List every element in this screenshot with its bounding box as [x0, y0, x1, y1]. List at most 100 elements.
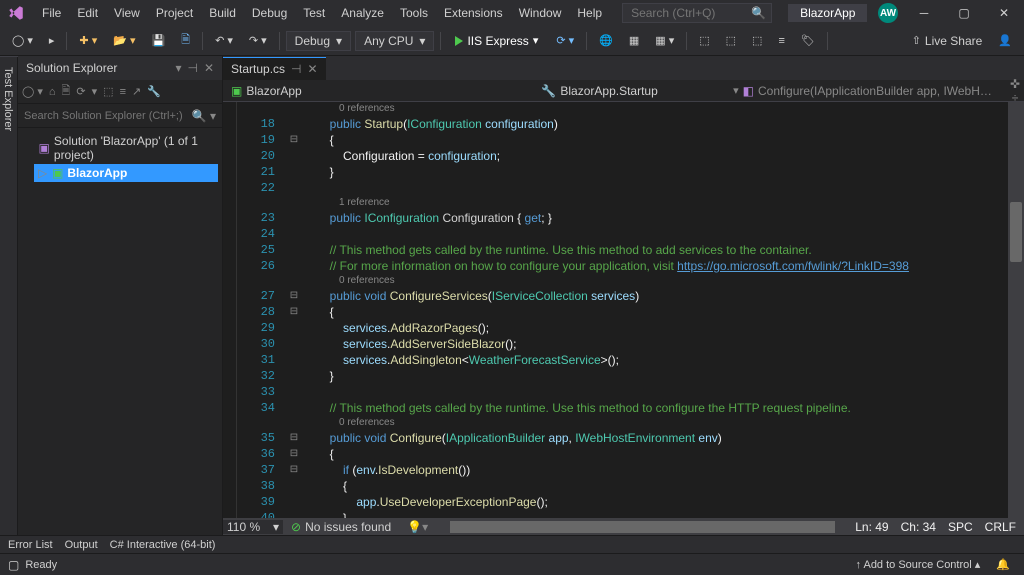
solution-search[interactable]: 🔍 ▾: [18, 104, 222, 128]
toolb2[interactable]: ▦ ▾: [649, 32, 680, 49]
menu-edit[interactable]: Edit: [69, 2, 106, 24]
solution-tool-6[interactable]: ≡: [120, 86, 126, 98]
toolb4[interactable]: ⬚: [720, 32, 742, 49]
split-icon[interactable]: ✜÷: [1006, 77, 1024, 105]
status-ready: Ready: [19, 559, 63, 571]
pin-icon[interactable]: ⊣: [291, 62, 301, 76]
config-dropdown[interactable]: Debug▾: [286, 31, 351, 51]
solution-tool-7[interactable]: ↗: [132, 85, 141, 98]
tab-csharp-interactive[interactable]: C# Interactive (64-bit): [110, 539, 216, 551]
save-all-button[interactable]: 🗎: [175, 29, 196, 52]
app-name-label: BlazorApp: [788, 4, 867, 22]
solution-tool-3[interactable]: ⟳: [76, 85, 85, 98]
live-share-button[interactable]: ⇧ Live Share: [912, 34, 983, 48]
vs-logo-icon: [6, 3, 26, 23]
nav-fwd-button[interactable]: ▸: [43, 32, 61, 49]
panel-dropdown-icon[interactable]: ▾: [175, 61, 181, 75]
refresh-button[interactable]: ⟳ ▾: [550, 32, 580, 49]
run-button[interactable]: IIS Express ▾: [447, 32, 546, 50]
editor-tab-well: Startup.cs ⊣ ✕: [223, 56, 1024, 80]
status-bar: ▢ Ready ↑ Add to Source Control ▴ 🔔: [0, 553, 1024, 575]
nav-member-dropdown[interactable]: ▾ ◧ Configure(IApplicationBuilder app, I…: [725, 82, 1006, 100]
redo-button[interactable]: ↷ ▾: [243, 32, 273, 49]
restore-button[interactable]: ▢: [950, 3, 978, 23]
nav-project-dropdown[interactable]: ▣ BlazorApp: [223, 82, 474, 100]
new-item-button[interactable]: ✚ ▾: [73, 32, 103, 49]
save-button[interactable]: 💾: [146, 32, 172, 49]
horizontal-scrollbar[interactable]: [450, 521, 835, 533]
menu-test[interactable]: Test: [295, 2, 333, 24]
minimize-button[interactable]: ─: [910, 3, 938, 23]
solution-explorer-header: Solution Explorer ▾ ⊣ ✕: [18, 56, 222, 80]
notifications-icon[interactable]: 🔔: [990, 558, 1016, 571]
toolb5[interactable]: ⬚: [746, 32, 768, 49]
editor-bottom-strip: 110 %▾ ⊘No issues found 💡▾ Ln: 49Ch: 34S…: [223, 518, 1024, 535]
bottom-tool-tabs: Error List Output C# Interactive (64-bit…: [0, 535, 1024, 553]
search-icon: 🔍: [751, 6, 766, 20]
menu-window[interactable]: Window: [511, 2, 570, 24]
menu-build[interactable]: Build: [201, 2, 244, 24]
menu-debug[interactable]: Debug: [244, 2, 295, 24]
editor-tab-startup[interactable]: Startup.cs ⊣ ✕: [223, 57, 326, 80]
feedback-button[interactable]: 👤: [992, 32, 1018, 49]
menu-file[interactable]: File: [34, 2, 69, 24]
undo-button[interactable]: ↶ ▾: [209, 32, 239, 49]
solution-node[interactable]: ▣ Solution 'BlazorApp' (1 of 1 project): [22, 132, 218, 164]
pin-icon[interactable]: ⊣: [187, 61, 197, 75]
add-source-control-button[interactable]: ↑ Add to Source Control ▴: [850, 558, 987, 571]
solution-explorer-panel: Solution Explorer ▾ ⊣ ✕ ◯ ▾ ⌂ 🗎 ⟳ ▾ ⬚ ≡ …: [18, 56, 223, 535]
tab-error-list[interactable]: Error List: [8, 539, 53, 551]
line-number-gutter: 1819202122232425262728293031323334353637…: [237, 102, 285, 518]
solution-tool-2[interactable]: 🗎: [62, 82, 71, 101]
editor-area: Startup.cs ⊣ ✕ ▣ BlazorApp 🔧 BlazorApp.S…: [223, 56, 1024, 535]
toolb6[interactable]: ≡: [772, 33, 790, 49]
platform-dropdown[interactable]: Any CPU▾: [355, 31, 434, 51]
project-node[interactable]: ▷ ▣ BlazorApp: [34, 164, 218, 182]
menu-view[interactable]: View: [106, 2, 148, 24]
left-side-tabs: Test Explorer Team Explorer SQL Server O…: [0, 56, 18, 535]
cursor-position: Ln: 49Ch: 34SPCCRLF: [847, 520, 1024, 534]
nav-back-button[interactable]: ◯ ▾: [6, 32, 39, 49]
menu-help[interactable]: Help: [569, 2, 610, 24]
close-button[interactable]: ✕: [990, 3, 1018, 23]
open-file-button[interactable]: 📂 ▾: [107, 32, 141, 49]
solution-tool-4[interactable]: ▾: [92, 85, 98, 98]
toolb7[interactable]: 🏷: [795, 32, 821, 49]
menu-tools[interactable]: Tools: [392, 2, 436, 24]
solution-search-input[interactable]: [24, 110, 192, 122]
user-avatar[interactable]: AW: [878, 3, 898, 23]
solution-tool-5[interactable]: ⬚: [103, 85, 113, 98]
nav-class-dropdown[interactable]: 🔧 BlazorApp.Startup: [474, 82, 725, 100]
tab-label: Startup.cs: [231, 62, 285, 76]
solution-icon: ▣: [39, 141, 50, 155]
zoom-control[interactable]: 110 %▾: [223, 520, 283, 534]
toolb1[interactable]: ▦: [623, 32, 645, 49]
solution-tree: ▣ Solution 'BlazorApp' (1 of 1 project) …: [18, 128, 222, 186]
toolb3[interactable]: ⬚: [693, 32, 715, 49]
browser-link-button[interactable]: 🌐: [593, 32, 619, 49]
wrench-icon[interactable]: 🔧: [147, 85, 161, 98]
code-content[interactable]: 0 references public Startup(IConfigurati…: [303, 102, 1024, 518]
menu-extensions[interactable]: Extensions: [436, 2, 511, 24]
tab-output[interactable]: Output: [65, 539, 98, 551]
margin-overview: [223, 102, 237, 518]
vertical-scrollbar[interactable]: [1008, 102, 1024, 518]
solution-tool-1[interactable]: ◯ ▾: [22, 85, 43, 98]
chevron-right-icon[interactable]: ▷: [38, 166, 48, 180]
menu-project[interactable]: Project: [148, 2, 201, 24]
solution-label: Solution 'BlazorApp' (1 of 1 project): [54, 134, 214, 162]
panel-close-icon[interactable]: ✕: [204, 61, 214, 75]
lightbulb-icon[interactable]: 💡▾: [407, 520, 428, 534]
side-tab-test-explorer[interactable]: Test Explorer: [0, 56, 16, 535]
status-icon: ▢: [8, 558, 19, 572]
issues-indicator[interactable]: ⊘No issues found: [283, 520, 399, 534]
tab-close-icon[interactable]: ✕: [307, 62, 317, 76]
csproj-icon: ▣: [52, 166, 63, 180]
code-editor[interactable]: 1819202122232425262728293031323334353637…: [223, 102, 1024, 518]
menu-analyze[interactable]: Analyze: [333, 2, 392, 24]
scrollbar-thumb[interactable]: [1010, 202, 1022, 262]
global-search[interactable]: 🔍: [622, 3, 772, 23]
search-input[interactable]: [631, 6, 751, 20]
fold-column[interactable]: ⊟⊟⊟⊟⊟⊟⊟: [285, 102, 303, 518]
home-icon[interactable]: ⌂: [49, 86, 56, 98]
